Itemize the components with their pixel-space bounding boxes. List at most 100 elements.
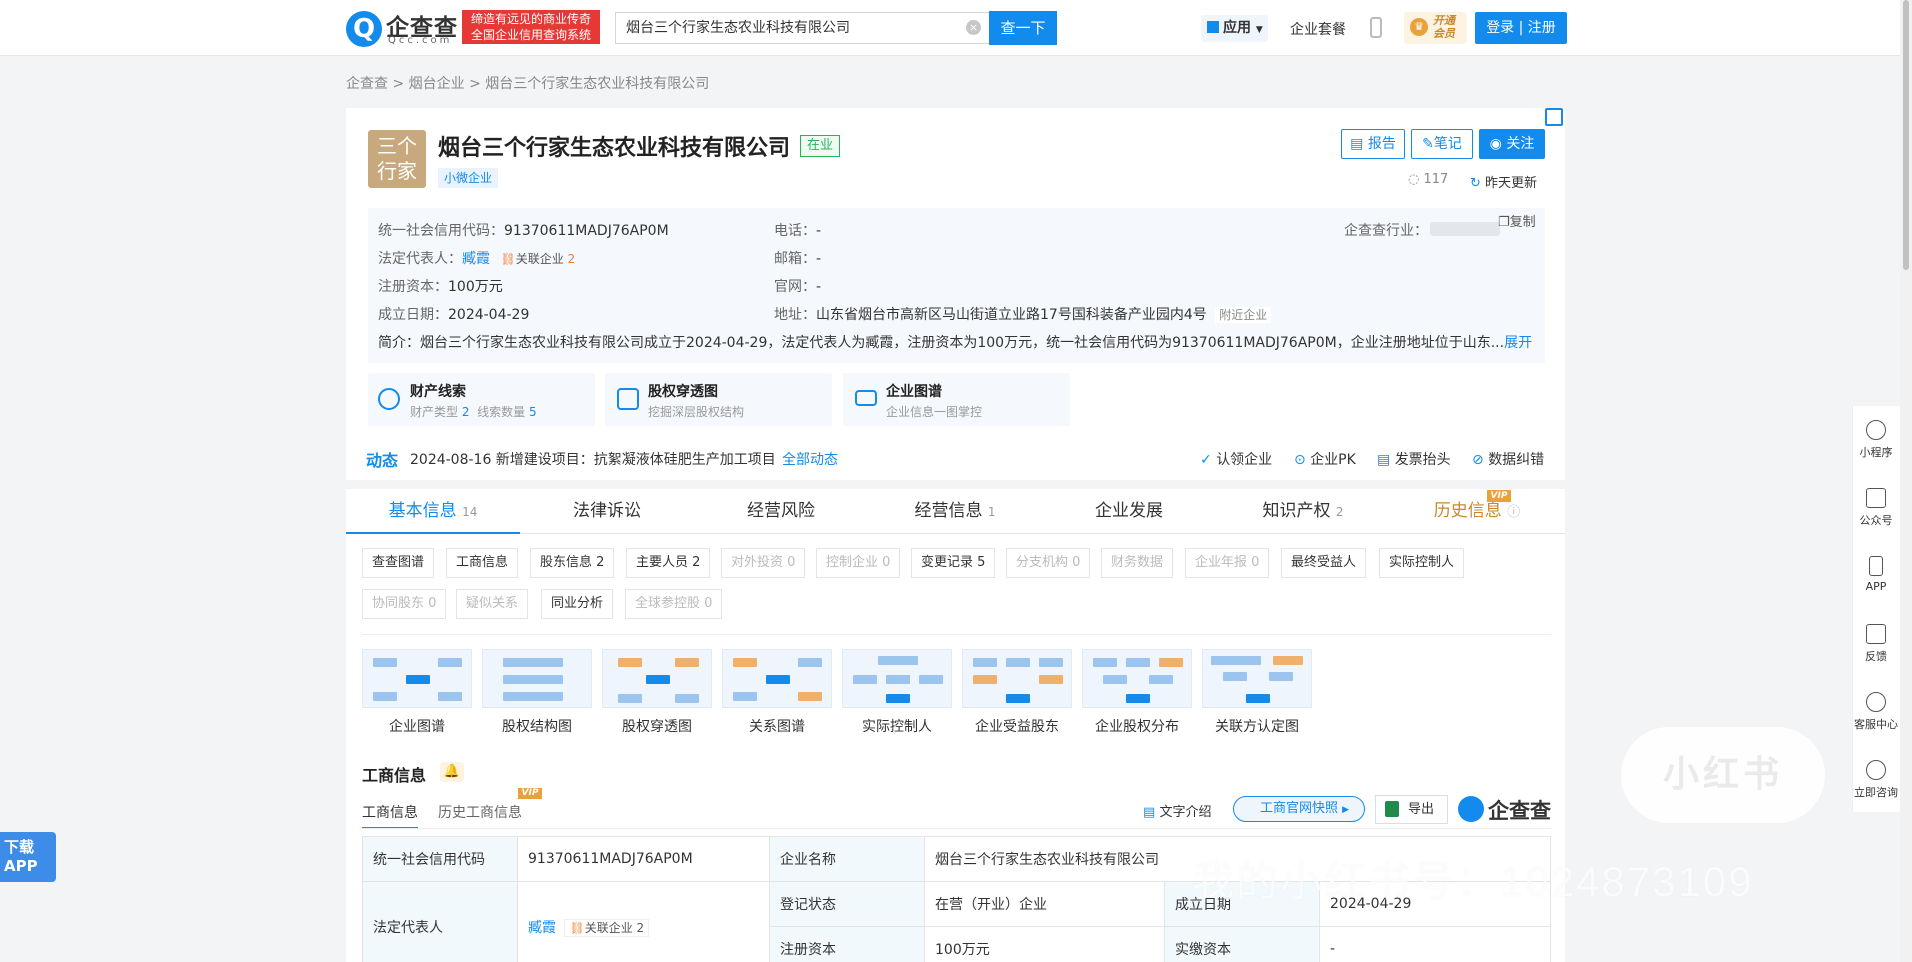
expand-intro-link[interactable]: 展开 [1504, 335, 1532, 351]
invoice-header-link[interactable]: ▤ 发票抬头 [1377, 449, 1451, 469]
tab-ip-count: 2 [1335, 505, 1344, 519]
equity-penetration-label[interactable]: 股权穿透图 [602, 716, 712, 736]
sidebar-item-consult[interactable]: 立即咨询 [1852, 760, 1900, 800]
sidebar-item-label: 立即咨询 [1854, 786, 1898, 799]
breadcrumb-home[interactable]: 企查查 [346, 76, 388, 92]
chip-suspected-relations: 疑似关系 [456, 589, 529, 619]
tab-legal[interactable]: 法律诉讼 [520, 489, 694, 534]
chip-shareholders[interactable]: 股东信息 2 [530, 548, 615, 578]
dynamics-label: 动态 [366, 451, 399, 470]
equity-distribution-thumb[interactable] [1082, 649, 1192, 708]
text-intro-button[interactable]: ▤ 文字介绍 [1143, 801, 1211, 820]
chip-change-records[interactable]: 变更记录 5 [911, 548, 996, 578]
subtab-history-business[interactable]: 历史工商信息 [438, 802, 522, 822]
sidebar-item-feedback[interactable]: 反馈 [1852, 624, 1900, 664]
address-row: 地址：山东省烟台市高新区马山街道立业路17号国科装备产业园内4号 附近企业 [774, 304, 1272, 324]
sidebar-item-support[interactable]: 客服中心 [1852, 692, 1900, 732]
related-party-label[interactable]: 关联方认定图 [1202, 716, 1312, 736]
chip-peer-analysis[interactable]: 同业分析 [541, 589, 614, 619]
sidebar-item-app[interactable]: APP [1852, 556, 1900, 593]
company-pk-link[interactable]: ⊙ 企业PK [1294, 449, 1356, 469]
slogan-line2: 全国企业信用查询系统 [470, 28, 591, 42]
related-count: 2 [567, 252, 576, 266]
mobile-phone-icon[interactable] [1370, 17, 1382, 38]
tab-operation[interactable]: 经营信息 1 [868, 489, 1042, 534]
chip-business-info[interactable]: 工商信息 [446, 548, 519, 578]
sidebar-item-miniprogram[interactable]: 小程序 [1852, 420, 1900, 460]
update-status[interactable]: ↻ 昨天更新 [1470, 172, 1537, 191]
beneficial-shareholder-label[interactable]: 企业受益股东 [962, 716, 1072, 736]
bell-icon[interactable]: 🔔 [440, 762, 464, 782]
equity-distribution-label[interactable]: 企业股权分布 [1082, 716, 1192, 736]
nearby-companies-button[interactable]: 附近企业 [1215, 307, 1272, 323]
official-snapshot-button[interactable]: 工商官网快照 ▶ [1233, 796, 1365, 822]
clear-search-icon[interactable]: × [966, 20, 981, 35]
copy-button[interactable]: ❐复制 [1498, 211, 1536, 230]
related-companies-link[interactable]: ⛓关联企业 2 [564, 918, 650, 937]
status-badge: 在业 [800, 135, 841, 157]
claim-company-link[interactable]: ✓ 认领企业 [1200, 449, 1272, 469]
follow-button[interactable]: ◉ 关注 [1479, 129, 1545, 159]
chip-co-shareholders: 协同股东 0 [362, 589, 447, 619]
slogan-line1: 缔造有远见的商业传奇 [470, 12, 591, 26]
tab-basic-info[interactable]: 基本信息 14 [346, 489, 520, 534]
text-intro-label: 文字介绍 [1159, 805, 1212, 820]
relation-graph-label[interactable]: 关系图谱 [722, 716, 832, 736]
search-input[interactable]: 烟台三个行家生态农业科技有限公司 [615, 12, 990, 44]
scrollbar-thumb[interactable] [1903, 0, 1909, 270]
chip-key-personnel[interactable]: 主要人员 2 [626, 548, 711, 578]
chip-beneficial-owner[interactable]: 最终受益人 [1281, 548, 1367, 578]
legal-rep-link[interactable]: 臧霞 [528, 920, 556, 936]
beneficial-shareholder-thumb[interactable] [962, 649, 1072, 708]
tab-ip[interactable]: 知识产权 2 [1216, 489, 1390, 534]
enterprise-graph-thumb[interactable] [362, 649, 472, 708]
sidebar-item-official-account[interactable]: 公众号 [1852, 488, 1900, 528]
equity-structure-label[interactable]: 股权结构图 [482, 716, 592, 736]
equity-structure-thumb[interactable] [482, 649, 592, 708]
chip-actual-controller[interactable]: 实际控制人 [1379, 548, 1465, 578]
enterprise-graph-label[interactable]: 企业图谱 [362, 716, 472, 736]
credit-code-value[interactable]: 91370611MADJ76AP0M [504, 223, 669, 239]
table-header-cell: 法定代表人 [362, 881, 518, 962]
breadcrumb-region[interactable]: 烟台企业 [409, 76, 465, 92]
chip-graph[interactable]: 查查图谱 [362, 548, 435, 578]
login-register-button[interactable]: 登录 | 注册 [1475, 12, 1567, 44]
size-badge[interactable]: 小微企业 [438, 168, 499, 188]
company-logo-line1: 三个 [377, 134, 417, 158]
email-row: 邮箱：- [774, 248, 821, 268]
claim-company-label: 认领企业 [1216, 452, 1273, 468]
data-correction-label: 数据纠错 [1488, 452, 1545, 468]
actual-controller-label[interactable]: 实际控制人 [842, 716, 952, 736]
founded-row: 成立日期：2024-04-29 [378, 304, 529, 324]
search-button[interactable]: 查一下 [989, 11, 1057, 45]
founded-label: 成立日期： [378, 307, 448, 323]
company-logo: 三个 行家 [368, 130, 426, 188]
download-app-button[interactable]: 下载 APP [0, 832, 56, 882]
data-correction-link[interactable]: ⊘ 数据纠错 [1472, 449, 1544, 469]
actual-controller-thumb[interactable] [842, 649, 952, 708]
table-header-cell: 注册资本 [769, 926, 925, 962]
dynamics-text[interactable]: 2024-08-16 新增建设项目：抗絮凝液体硅肥生产加工项目 [410, 449, 776, 469]
table-cell[interactable]: 91370611MADJ76AP0M [517, 836, 770, 882]
qrcode-corner-icon[interactable] [1545, 108, 1563, 126]
nav-enterprise-package[interactable]: 企业套餐 [1290, 19, 1346, 39]
tab-development[interactable]: 企业发展 [1042, 489, 1216, 534]
headset-icon [1866, 692, 1886, 712]
note-button[interactable]: ✎笔记 [1411, 129, 1473, 159]
sidebar-item-label: 客服中心 [1854, 718, 1898, 731]
qcc-logo-icon[interactable]: Q [346, 11, 382, 47]
equity-penetration-thumb[interactable] [602, 649, 712, 708]
tab-risk[interactable]: 经营风险 [694, 489, 868, 534]
email-label: 邮箱： [774, 251, 816, 267]
open-vip-label: 开通会员 [1433, 14, 1455, 40]
relation-graph-thumb[interactable] [722, 649, 832, 708]
related-party-thumb[interactable] [1202, 649, 1312, 708]
report-button[interactable]: ▤ 报告 [1341, 129, 1405, 159]
legal-rep-link[interactable]: 臧霞 [462, 251, 490, 267]
all-dynamics-link[interactable]: 全部动态 [782, 449, 838, 469]
tab-ip-label: 知识产权 [1262, 501, 1331, 521]
tab-history[interactable]: 历史信息 ⓘ [1390, 489, 1564, 534]
related-companies-link[interactable]: ⛓关联企业 2 [500, 252, 575, 266]
subtab-business-info[interactable]: 工商信息 [362, 802, 418, 829]
phone-label: 电话： [774, 223, 816, 239]
